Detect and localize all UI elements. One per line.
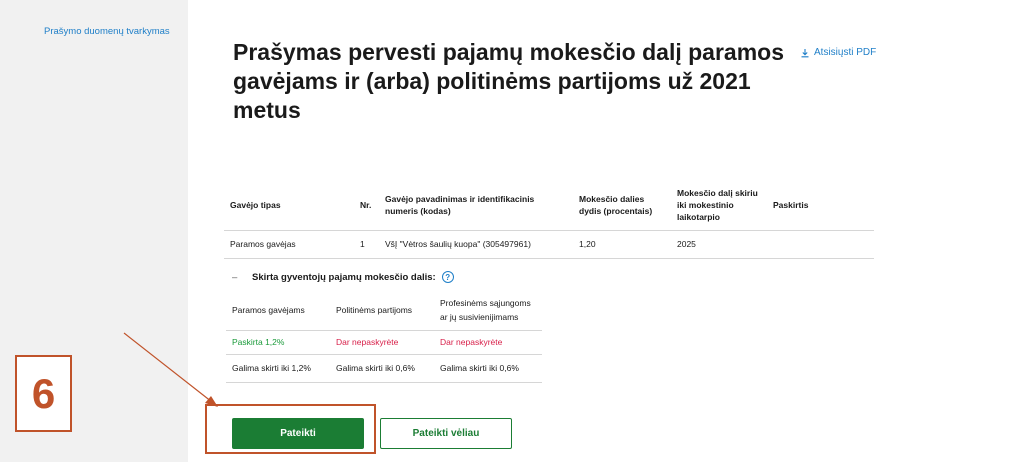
annotation-highlight-box xyxy=(205,404,376,454)
download-pdf-label: Atsisiųsti PDF xyxy=(814,47,877,58)
column-header-political-parties: Politinėms partijoms xyxy=(330,290,434,331)
download-pdf-link[interactable]: Atsisiųsti PDF xyxy=(800,47,876,58)
limit-recipients: Galima skirti iki 1,2% xyxy=(226,354,330,383)
status-political-parties: Dar nepaskyrėte xyxy=(330,330,434,355)
column-header-trade-unions: Profesinėms sąjungoms ar jų susivienijim… xyxy=(434,290,542,331)
recipients-table: Gavėjo tipas Nr. Gavėjo pavadinimas ir i… xyxy=(224,180,874,259)
sidebar-item-request-data[interactable]: Prašymo duomenų tvarkymas xyxy=(44,26,170,37)
column-header-purpose: Paskirtis xyxy=(767,180,874,231)
table-row: Paramos gavėjas 1 VšĮ "Vėtros šaulių kuo… xyxy=(224,230,874,259)
tax-share-status-row: Paskirta 1,2% Dar nepaskyrėte Dar nepask… xyxy=(226,330,542,355)
page-title: Prašymas pervesti pajamų mokesčio dalį p… xyxy=(233,39,784,123)
table-header-row: Gavėjo tipas Nr. Gavėjo pavadinimas ir i… xyxy=(224,180,874,231)
submit-later-button[interactable]: Pateikti vėliau xyxy=(380,418,512,449)
tax-share-header[interactable]: – Skirta gyventojų pajamų mokesčio dalis… xyxy=(232,271,454,283)
column-header-period: Mokesčio dalį skiriu iki mokestinio laik… xyxy=(671,180,767,231)
cell-purpose xyxy=(767,230,874,259)
cell-recipient-name: VšĮ "Vėtros šaulių kuopa" (305497961) xyxy=(379,230,573,259)
cell-recipient-type: Paramos gavėjas xyxy=(224,230,354,259)
annotation-step-number: 6 xyxy=(15,355,72,432)
limit-political-parties: Galima skirti iki 0,6% xyxy=(330,354,434,383)
collapse-icon[interactable]: – xyxy=(232,272,242,283)
column-header-number: Nr. xyxy=(354,180,379,231)
column-header-tax-share-size: Mokesčio dalies dydis (procentais) xyxy=(573,180,671,231)
column-header-recipient-type: Gavėjo tipas xyxy=(224,180,354,231)
cell-period: 2025 xyxy=(671,230,767,259)
download-icon xyxy=(801,48,809,57)
status-recipients: Paskirta 1,2% xyxy=(226,330,330,355)
column-header-recipient-name: Gavėjo pavadinimas ir identifikacinis nu… xyxy=(379,180,573,231)
tax-share-limit-row: Galima skirti iki 1,2% Galima skirti iki… xyxy=(226,354,542,383)
limit-trade-unions: Galima skirti iki 0,6% xyxy=(434,354,542,383)
help-icon[interactable]: ? xyxy=(441,271,454,283)
tax-share-header-row: Paramos gavėjams Politinėms partijoms Pr… xyxy=(226,290,542,331)
tax-share-section: – Skirta gyventojų pajamų mokesčio dalis… xyxy=(232,271,454,283)
column-header-recipients: Paramos gavėjams xyxy=(226,290,330,331)
tax-share-table: Paramos gavėjams Politinėms partijoms Pr… xyxy=(226,290,542,383)
status-trade-unions: Dar nepaskyrėte xyxy=(434,330,542,355)
tax-share-title: Skirta gyventojų pajamų mokesčio dalis: xyxy=(252,271,436,283)
cell-tax-share-size: 1,20 xyxy=(573,230,671,259)
cell-number: 1 xyxy=(354,230,379,259)
